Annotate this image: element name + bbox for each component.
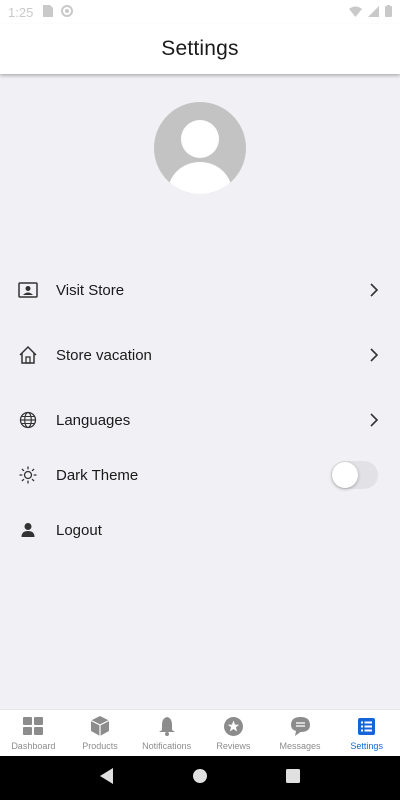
- storefront-icon: [17, 279, 39, 301]
- menu-item-label: Languages: [56, 411, 131, 429]
- sim-card-icon: [43, 4, 54, 20]
- toggle-knob: [332, 462, 358, 488]
- menu-item-languages[interactable]: Languages: [0, 398, 400, 442]
- grid-icon: [22, 716, 44, 736]
- tab-products[interactable]: Products: [67, 710, 134, 756]
- tab-label: Reviews: [216, 741, 251, 751]
- menu-item-logout[interactable]: Logout: [0, 508, 400, 552]
- chat-icon: [289, 716, 311, 736]
- chevron-right-icon: [368, 412, 380, 428]
- page-title: Settings: [161, 37, 239, 60]
- wifi-icon: [349, 5, 362, 20]
- status-bar: 1:25: [0, 0, 400, 24]
- sun-icon: [17, 464, 39, 486]
- menu-item-store-vacation[interactable]: Store vacation: [0, 333, 400, 377]
- menu-item-visit-store[interactable]: Visit Store: [0, 268, 400, 312]
- box-icon: [89, 716, 111, 736]
- tab-label: Products: [82, 741, 118, 751]
- tab-label: Messages: [279, 741, 321, 751]
- tab-label: Dashboard: [11, 741, 56, 751]
- tab-notifications[interactable]: Notifications: [133, 710, 200, 756]
- status-time: 1:25: [8, 4, 34, 20]
- home-icon: [17, 344, 39, 366]
- app-bar: Settings: [0, 24, 400, 74]
- menu-item-label: Visit Store: [56, 281, 125, 299]
- globe-icon: [17, 409, 39, 431]
- list-icon: [356, 716, 378, 736]
- menu-item-label: Dark Theme: [56, 466, 139, 484]
- system-nav-bar: [0, 756, 400, 800]
- bottom-nav: Dashboard Products Notifications Reviews…: [0, 709, 400, 756]
- avatar[interactable]: [154, 102, 246, 194]
- chevron-right-icon: [368, 282, 380, 298]
- chevron-right-icon: [368, 347, 380, 363]
- signal-icon: [368, 5, 379, 20]
- tab-messages[interactable]: Messages: [267, 710, 334, 756]
- menu-item-label: Logout: [56, 521, 102, 539]
- tab-label: Settings: [350, 741, 383, 751]
- tab-settings[interactable]: Settings: [333, 710, 400, 756]
- avatar-head: [181, 120, 219, 158]
- dark-theme-toggle[interactable]: [331, 461, 378, 489]
- avatar-body: [168, 162, 232, 194]
- back-icon[interactable]: [99, 767, 114, 789]
- star-icon: [222, 716, 244, 736]
- sync-icon: [61, 4, 74, 20]
- recents-icon[interactable]: [286, 768, 301, 788]
- home-button-icon[interactable]: [192, 768, 207, 788]
- tab-label: Notifications: [142, 741, 192, 751]
- person-icon: [17, 519, 39, 541]
- tab-reviews[interactable]: Reviews: [200, 710, 267, 756]
- menu-item-label: Store vacation: [56, 346, 152, 364]
- bell-icon: [156, 716, 178, 736]
- battery-icon: [385, 4, 392, 20]
- tab-dashboard[interactable]: Dashboard: [0, 710, 67, 756]
